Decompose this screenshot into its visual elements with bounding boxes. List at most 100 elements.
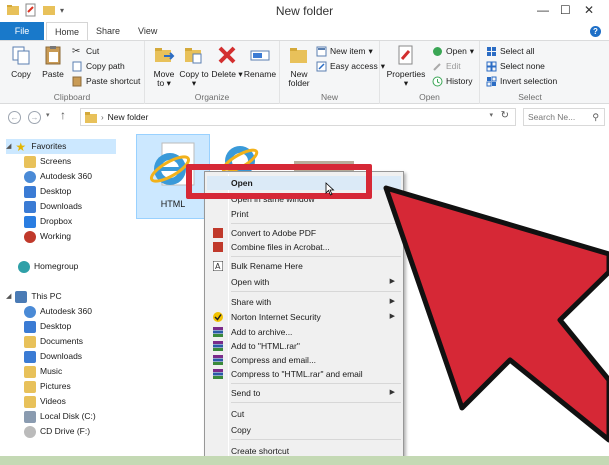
- nav-pc-documents[interactable]: Documents: [24, 334, 83, 349]
- rename-button[interactable]: Rename: [243, 44, 277, 79]
- nav-desktop[interactable]: Desktop: [24, 184, 71, 199]
- select-all-button[interactable]: Select all: [486, 45, 535, 58]
- group-select: Select all Select none Invert selection …: [480, 41, 580, 104]
- nav-working[interactable]: Working: [24, 229, 71, 244]
- forward-button[interactable]: →: [28, 111, 41, 124]
- properties-button[interactable]: Properties ▾: [384, 44, 428, 88]
- menu-item-compress-rar-email[interactable]: Compress to "HTML.rar" and email: [207, 367, 401, 381]
- file-name: HTML: [160, 199, 186, 209]
- nav-this-pc[interactable]: ◢ This PC: [6, 289, 62, 304]
- winrar-icon: [213, 355, 223, 365]
- homegroup-icon: [18, 260, 30, 273]
- up-arrow-icon[interactable]: ↑: [60, 108, 66, 122]
- menu-item-convert-pdf[interactable]: Convert to Adobe PDF: [207, 226, 401, 240]
- paste-shortcut-button[interactable]: Paste shortcut: [72, 75, 140, 88]
- copy-icon: [12, 46, 30, 65]
- edit-button[interactable]: Edit: [432, 60, 461, 73]
- computer-icon: [15, 290, 28, 303]
- open-button[interactable]: Open ▾: [432, 45, 474, 58]
- collapse-arrow-icon[interactable]: ◢: [6, 289, 11, 304]
- address-dropdown-icon[interactable]: ▾: [489, 111, 493, 119]
- cloud-icon: [24, 305, 36, 318]
- menu-item-share-with[interactable]: Share with ▶: [207, 295, 401, 309]
- menu-item-combine-acrobat[interactable]: Combine files in Acrobat...: [207, 240, 401, 254]
- copy-button[interactable]: Copy: [6, 44, 36, 79]
- winrar-icon: [213, 327, 223, 337]
- menu-item-compress-email[interactable]: Compress and email...: [207, 353, 401, 367]
- tab-view[interactable]: View: [130, 22, 165, 40]
- refresh-icon[interactable]: ↻: [501, 110, 509, 121]
- copy-folder-icon: [185, 48, 202, 64]
- nav-favorites[interactable]: ◢ ★ Favorites: [6, 139, 116, 154]
- context-menu: Open Open in same window Print Convert t…: [204, 171, 404, 463]
- desktop-icon: [24, 320, 36, 333]
- nav-pc-cd-drive[interactable]: CD Drive (F:): [24, 424, 90, 439]
- delete-button[interactable]: Delete ▾: [211, 44, 243, 79]
- invert-selection-icon: [486, 76, 497, 87]
- menu-item-print[interactable]: Print: [207, 207, 401, 221]
- minimize-button[interactable]: —: [537, 3, 549, 17]
- help-icon[interactable]: ?: [590, 26, 601, 37]
- nav-pc-downloads[interactable]: Downloads: [24, 349, 82, 364]
- select-none-button[interactable]: Select none: [486, 60, 545, 73]
- menu-item-send-to[interactable]: Send to ▶: [207, 386, 401, 400]
- nav-pc-local-disk[interactable]: Local Disk (C:): [24, 409, 96, 424]
- tab-file[interactable]: File: [0, 22, 44, 40]
- nav-homegroup[interactable]: Homegroup: [18, 259, 78, 274]
- menu-item-open-with[interactable]: Open with ▶: [207, 275, 401, 289]
- nav-autodesk-360[interactable]: Autodesk 360: [24, 169, 92, 184]
- folder-icon: [24, 155, 36, 168]
- downloads-icon: [24, 350, 36, 363]
- collapse-arrow-icon[interactable]: ◢: [6, 139, 11, 154]
- tab-home[interactable]: Home: [46, 22, 89, 40]
- menu-item-cut[interactable]: Cut: [207, 407, 401, 421]
- back-button[interactable]: ←: [8, 111, 21, 124]
- group-label-select: Select: [518, 92, 542, 102]
- new-item-button[interactable]: New item ▾: [316, 45, 373, 58]
- tab-share[interactable]: Share: [88, 22, 128, 40]
- new-folder-button[interactable]: New folder: [284, 44, 314, 88]
- dropdown-arrow-icon: ▾: [469, 46, 475, 56]
- nav-screens[interactable]: Screens: [24, 154, 71, 169]
- menu-separator: [231, 291, 401, 292]
- edit-icon: [433, 63, 441, 71]
- group-label-clipboard: Clipboard: [53, 92, 91, 102]
- nav-dropbox[interactable]: Dropbox: [24, 214, 72, 229]
- close-button[interactable]: ✕: [584, 3, 594, 17]
- menu-item-add-archive[interactable]: Add to archive...: [207, 325, 401, 339]
- maximize-button[interactable]: ☐: [560, 3, 571, 17]
- search-input[interactable]: Search Ne... ⚲: [523, 108, 605, 126]
- menu-separator: [231, 256, 401, 257]
- dropdown-arrow-icon: ▾: [368, 46, 373, 56]
- window-title: New folder: [275, 4, 334, 18]
- new-folder-icon: [290, 48, 307, 63]
- ribbon-tabs: File Home Share View: [0, 22, 609, 40]
- nav-pc-music[interactable]: Music: [24, 364, 62, 379]
- cut-button[interactable]: ✂ Cut: [72, 45, 99, 58]
- group-organize: Move to ▾ Copy to ▾ Delete ▾ Rename Orga…: [145, 41, 280, 104]
- submenu-arrow-icon: ▶: [389, 389, 395, 396]
- move-to-button[interactable]: Move to ▾: [149, 44, 179, 88]
- address-bar[interactable]: › New folder ▾ ↻: [80, 108, 516, 126]
- select-none-icon: [486, 61, 497, 72]
- menu-item-bulk-rename[interactable]: A Bulk Rename Here: [207, 259, 401, 273]
- svg-text:A: A: [215, 262, 221, 271]
- move-folder-icon: [155, 48, 175, 62]
- menu-item-norton[interactable]: Norton Internet Security ▶: [207, 310, 401, 324]
- nav-pc-videos[interactable]: Videos: [24, 394, 66, 409]
- documents-icon: [24, 335, 36, 348]
- copy-path-button[interactable]: Copy path: [72, 60, 125, 73]
- copy-to-button[interactable]: Copy to ▾: [179, 44, 209, 88]
- nav-pc-autodesk-360[interactable]: Autodesk 360: [24, 304, 92, 319]
- new-item-icon: [316, 46, 327, 57]
- invert-selection-button[interactable]: Invert selection: [486, 75, 557, 88]
- paste-button[interactable]: Paste: [38, 44, 68, 79]
- nav-pc-desktop[interactable]: Desktop: [24, 319, 71, 334]
- menu-item-add-to-rar[interactable]: Add to "HTML.rar": [207, 339, 401, 353]
- nav-downloads[interactable]: Downloads: [24, 199, 82, 214]
- menu-item-copy[interactable]: Copy: [207, 423, 401, 437]
- history-button[interactable]: History: [432, 75, 472, 88]
- easy-access-button[interactable]: Easy access ▾: [316, 60, 385, 73]
- recent-locations-icon[interactable]: ▾: [46, 111, 50, 119]
- nav-pc-pictures[interactable]: Pictures: [24, 379, 71, 394]
